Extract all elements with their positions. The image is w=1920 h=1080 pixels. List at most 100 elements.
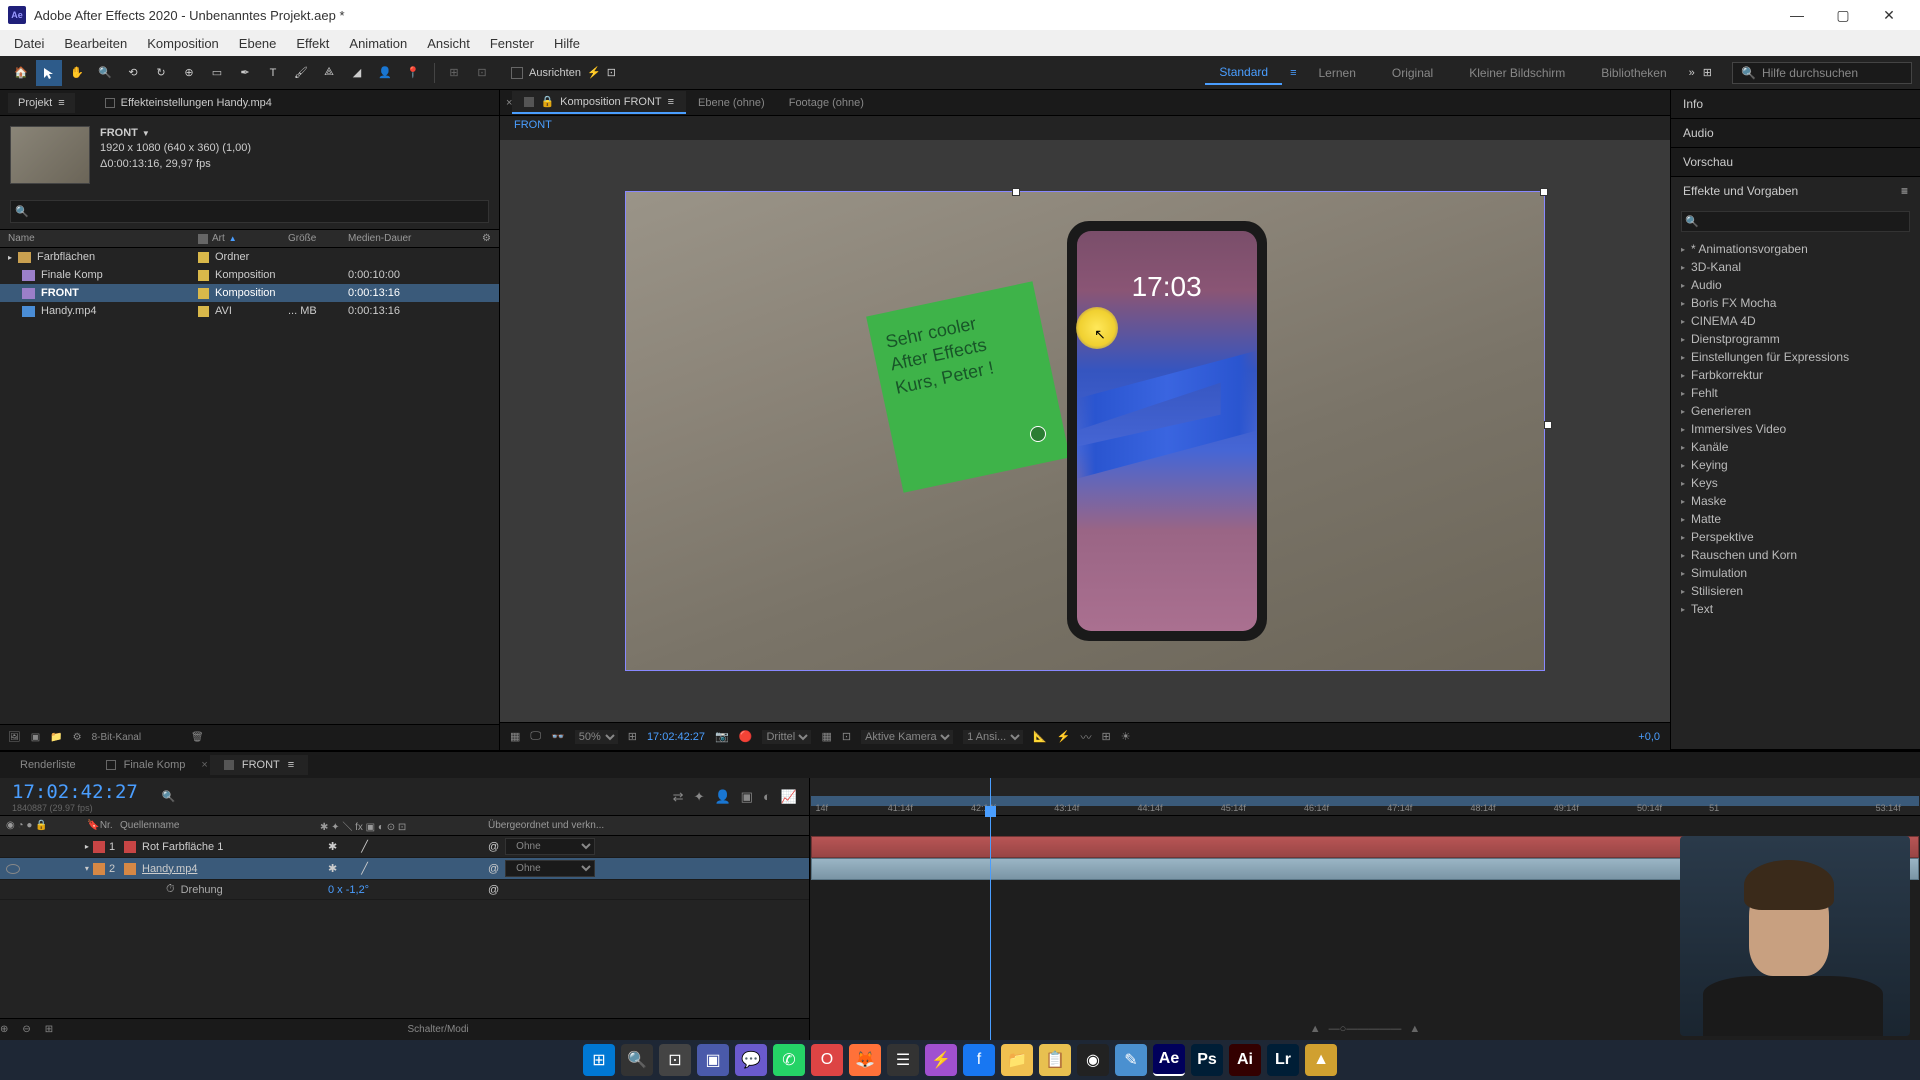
pixel-icon[interactable]: 📐: [1033, 730, 1047, 743]
normal-switch-icon[interactable]: ✱: [328, 840, 337, 853]
col-name[interactable]: Name: [8, 233, 198, 244]
viewer-timecode[interactable]: 17:02:42:27: [647, 731, 705, 743]
pickwhip-icon[interactable]: @: [488, 841, 499, 853]
views-select[interactable]: 1 Ansi...: [963, 730, 1023, 744]
col-size[interactable]: Größe: [288, 233, 348, 244]
taskbar-opera-icon[interactable]: O: [811, 1044, 843, 1076]
help-search-input[interactable]: 🔍 Hilfe durchsuchen: [1732, 62, 1912, 84]
rotate-tool[interactable]: ↻: [148, 60, 174, 86]
effect-controls-tab[interactable]: Effekteinstellungen Handy.mp4: [95, 93, 282, 113]
eye-icon[interactable]: [6, 864, 20, 874]
effect-category[interactable]: Fehlt: [1671, 384, 1920, 402]
workspace-kleiner[interactable]: Kleiner Bildschirm: [1455, 62, 1579, 84]
workspace-bibliotheken[interactable]: Bibliotheken: [1587, 62, 1680, 84]
project-item-finale-komp[interactable]: Finale Komp Komposition 0:00:10:00: [0, 266, 499, 284]
taskbar-editor-icon[interactable]: ✎: [1115, 1044, 1147, 1076]
snap-checkbox[interactable]: [511, 67, 523, 79]
timeline-tracks[interactable]: 14f 41:14f 42:14f 43:14f 44:14f 45:14f 4…: [810, 778, 1920, 1040]
safe-icon[interactable]: ⊡: [842, 730, 851, 743]
resolution-icon[interactable]: ⊞: [628, 730, 637, 743]
selection-tool[interactable]: [36, 60, 62, 86]
effect-category[interactable]: Einstellungen für Expressions: [1671, 348, 1920, 366]
timeline-layer-1[interactable]: ▸1 Rot Farbfläche 1 ✱╱ @Ohne: [0, 836, 809, 858]
snap-to-icon[interactable]: ⊡: [607, 66, 616, 79]
maximize-button[interactable]: ▢: [1820, 0, 1866, 30]
effect-category[interactable]: Immersives Video: [1671, 420, 1920, 438]
comp-flowchart-icon[interactable]: ⇄: [673, 789, 684, 805]
timeline-tab-finale[interactable]: Finale Komp: [92, 755, 200, 775]
frame-blend-icon[interactable]: ▣: [741, 789, 753, 805]
eraser-tool[interactable]: ◢: [344, 60, 370, 86]
local-axis-icon[interactable]: ⊞: [441, 60, 467, 86]
video-frame[interactable]: Sehr cooler After Effects Kurs, Peter ! …: [625, 191, 1545, 671]
trash-icon[interactable]: 🗑: [191, 732, 204, 743]
effect-category[interactable]: * Animationsvorgaben: [1671, 240, 1920, 258]
monitor-icon[interactable]: 🖵: [530, 730, 541, 743]
menu-datei[interactable]: Datei: [4, 32, 54, 55]
effect-category[interactable]: Farbkorrektur: [1671, 366, 1920, 384]
menu-hilfe[interactable]: Hilfe: [544, 32, 590, 55]
pickwhip-icon[interactable]: @: [488, 884, 499, 896]
workspace-menu-icon[interactable]: ≡: [1290, 67, 1296, 79]
effect-category[interactable]: Stilisieren: [1671, 582, 1920, 600]
panel-effects[interactable]: Effekte und Vorgaben≡: [1671, 177, 1920, 205]
viewer-tab-footage[interactable]: Footage (ohne): [777, 93, 876, 113]
taskbar-lightroom-icon[interactable]: Lr: [1267, 1044, 1299, 1076]
timeline-layer-2[interactable]: ▾2 Handy.mp4 ✱╱ @Ohne: [0, 858, 809, 880]
effect-category[interactable]: CINEMA 4D: [1671, 312, 1920, 330]
puppet-tool[interactable]: 📍: [400, 60, 426, 86]
channel-icon[interactable]: 🔴: [739, 730, 753, 743]
taskbar-firefox-icon[interactable]: 🦊: [849, 1044, 881, 1076]
pen-tool[interactable]: ✒: [232, 60, 258, 86]
clone-tool[interactable]: ⟁: [316, 60, 342, 86]
panel-vorschau[interactable]: Vorschau: [1671, 148, 1920, 176]
effect-category[interactable]: Rauschen und Korn: [1671, 546, 1920, 564]
project-tab[interactable]: Projekt≡: [8, 93, 75, 113]
taskbar-misc-icon[interactable]: ▲: [1305, 1044, 1337, 1076]
taskview-icon[interactable]: ⊡: [659, 1044, 691, 1076]
taskbar-facebook-icon[interactable]: f: [963, 1044, 995, 1076]
effect-category[interactable]: Keying: [1671, 456, 1920, 474]
comp-name-label[interactable]: FRONT▼: [100, 126, 251, 141]
hide-shy-icon[interactable]: 👤: [714, 789, 730, 805]
effect-category[interactable]: Matte: [1671, 510, 1920, 528]
col-type[interactable]: Art▲: [198, 233, 288, 244]
viewer-tab-layer[interactable]: Ebene (ohne): [686, 93, 777, 113]
effect-category[interactable]: Boris FX Mocha: [1671, 294, 1920, 312]
parent-select[interactable]: Ohne: [505, 838, 595, 855]
menu-effekt[interactable]: Effekt: [286, 32, 339, 55]
menu-animation[interactable]: Animation: [339, 32, 417, 55]
taskbar-app-icon[interactable]: ▣: [697, 1044, 729, 1076]
start-button[interactable]: ⊞: [583, 1044, 615, 1076]
col-settings-icon[interactable]: ⚙: [482, 233, 491, 244]
workspace-original[interactable]: Original: [1378, 62, 1447, 84]
interpret-icon[interactable]: 🖼: [8, 732, 21, 743]
panel-info[interactable]: Info: [1671, 90, 1920, 118]
roto-tool[interactable]: 👤: [372, 60, 398, 86]
toggle-fx-icon[interactable]: ⊞: [45, 1024, 53, 1035]
snap-options-icon[interactable]: ⚡: [587, 66, 601, 79]
project-item-handy[interactable]: Handy.mp4 AVI ... MB 0:00:13:16: [0, 302, 499, 320]
toggle-modes-icon[interactable]: ⊖: [22, 1024, 30, 1035]
effect-category[interactable]: 3D-Kanal: [1671, 258, 1920, 276]
timeline-property-rotation[interactable]: ⏱Drehung 0 x -1,2° @: [0, 880, 809, 900]
taskbar-illustrator-icon[interactable]: Ai: [1229, 1044, 1261, 1076]
workspace-standard[interactable]: Standard: [1205, 61, 1282, 85]
text-tool[interactable]: T: [260, 60, 286, 86]
orbit-tool[interactable]: ⟲: [120, 60, 146, 86]
switches-modi-label[interactable]: Schalter/Modi: [408, 1024, 469, 1035]
layer-color-icon[interactable]: [93, 863, 105, 875]
stopwatch-icon[interactable]: ⏱: [166, 883, 175, 896]
effect-category[interactable]: Kanäle: [1671, 438, 1920, 456]
motion-blur-icon[interactable]: ◐: [763, 789, 771, 805]
timeline-tab-front[interactable]: FRONT≡: [210, 755, 308, 775]
brush-tool[interactable]: 🖌: [288, 60, 314, 86]
toggle-switches-icon[interactable]: ⊕: [0, 1024, 8, 1035]
menu-bearbeiten[interactable]: Bearbeiten: [54, 32, 137, 55]
draft3d-icon[interactable]: ✦: [694, 789, 705, 805]
zoom-tool[interactable]: 🔍: [92, 60, 118, 86]
new-comp-icon[interactable]: ▣: [31, 732, 40, 743]
effect-category[interactable]: Text: [1671, 600, 1920, 618]
effects-search-input[interactable]: 🔍: [1681, 211, 1910, 232]
effect-category[interactable]: Perspektive: [1671, 528, 1920, 546]
